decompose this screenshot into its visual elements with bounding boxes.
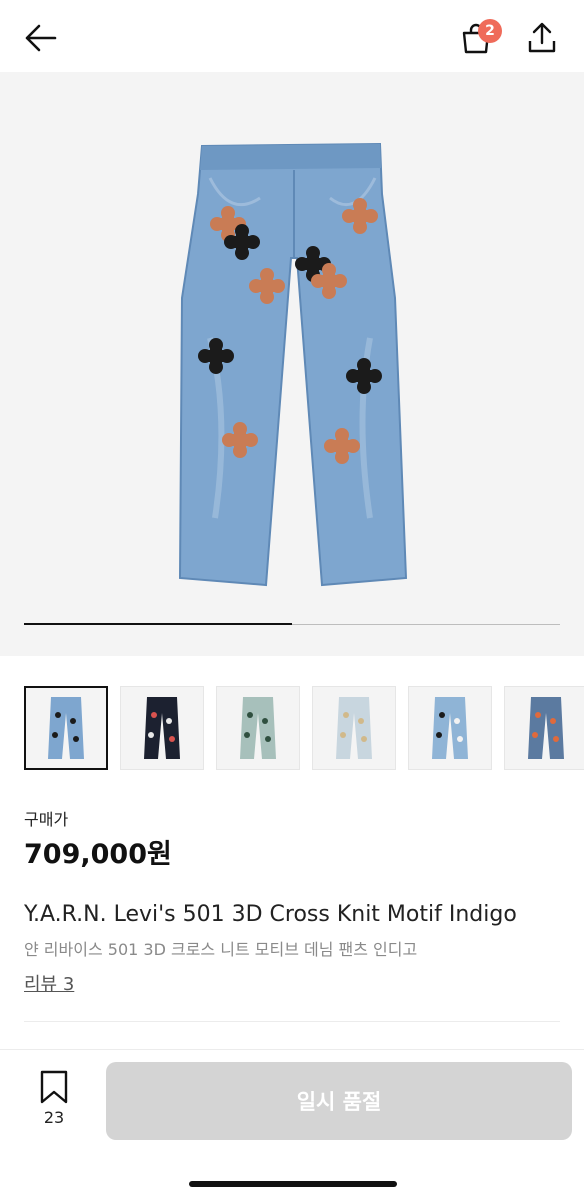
- thumbnail-4[interactable]: [312, 686, 396, 770]
- bookmark-count: 23: [43, 1108, 65, 1127]
- thumbnail-1[interactable]: [24, 686, 108, 770]
- product-subtitle: 얀 리바이스 501 3D 크로스 니트 모티브 데님 팬츠 인디고: [24, 940, 418, 959]
- price-value: 709,000원: [24, 839, 172, 870]
- product-image-carousel[interactable]: [0, 72, 584, 656]
- product-title: Y.A.R.N. Levi's 501 3D Cross Knit Motif …: [24, 902, 517, 927]
- product-image: [178, 142, 408, 587]
- thumbnail-6[interactable]: [504, 686, 584, 770]
- bookmark-icon: [40, 1070, 68, 1104]
- cart-count-badge: 2: [478, 19, 502, 43]
- top-app-bar: 2: [0, 0, 584, 72]
- home-indicator: [189, 1181, 397, 1187]
- review-link[interactable]: 리뷰 3: [24, 970, 74, 996]
- share-upload-icon: [528, 22, 556, 53]
- price-label: 구매가: [24, 810, 69, 829]
- bookmark-button[interactable]: 23: [28, 1070, 80, 1130]
- carousel-progress-track: [24, 623, 560, 625]
- back-button[interactable]: [20, 18, 60, 58]
- section-divider: [24, 1021, 560, 1022]
- sold-out-button[interactable]: 일시 품절: [106, 1062, 572, 1140]
- thumbnail-3[interactable]: [216, 686, 300, 770]
- thumbnail-strip[interactable]: [24, 686, 584, 772]
- share-button[interactable]: [522, 18, 562, 58]
- bottom-bar-divider: [0, 1049, 584, 1050]
- arrow-left-icon: [25, 24, 57, 52]
- carousel-progress-indicator: [24, 623, 292, 625]
- thumbnail-2[interactable]: [120, 686, 204, 770]
- thumbnail-5[interactable]: [408, 686, 492, 770]
